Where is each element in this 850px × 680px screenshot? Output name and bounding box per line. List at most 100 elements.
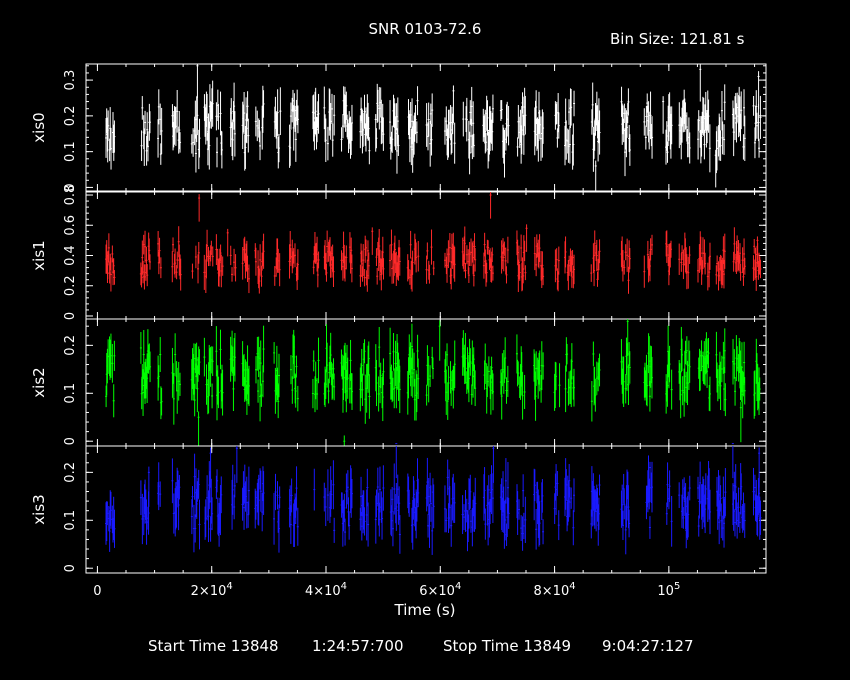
data-point bbox=[394, 132, 397, 134]
data-point bbox=[262, 250, 265, 252]
data-point bbox=[506, 380, 509, 382]
data-point bbox=[393, 488, 396, 490]
data-point bbox=[274, 491, 277, 493]
data-point bbox=[732, 361, 735, 363]
data-point bbox=[179, 274, 182, 276]
data-point bbox=[537, 139, 540, 141]
data-point bbox=[276, 112, 279, 114]
data-point bbox=[443, 130, 446, 132]
data-point bbox=[518, 508, 521, 510]
data-point bbox=[394, 363, 397, 365]
data-point bbox=[501, 259, 504, 261]
data-point bbox=[289, 115, 292, 117]
data-point bbox=[375, 502, 378, 504]
data-point bbox=[682, 263, 685, 265]
data-point bbox=[360, 495, 363, 497]
data-point bbox=[247, 385, 250, 387]
data-point bbox=[210, 359, 213, 361]
data-point bbox=[316, 274, 319, 276]
data-point bbox=[462, 516, 465, 518]
data-point bbox=[597, 513, 600, 515]
data-point bbox=[649, 248, 652, 250]
data-point bbox=[507, 125, 510, 127]
data-point bbox=[568, 501, 571, 503]
data-point bbox=[668, 485, 671, 487]
data-point bbox=[684, 115, 687, 117]
data-point bbox=[157, 375, 160, 377]
data-point bbox=[233, 105, 236, 107]
data-point bbox=[534, 395, 537, 397]
data-point bbox=[491, 254, 494, 256]
data-point bbox=[333, 529, 336, 531]
data-point bbox=[331, 139, 334, 141]
data-point bbox=[219, 112, 222, 114]
data-point bbox=[140, 145, 143, 147]
data-point-extreme bbox=[371, 230, 374, 232]
data-point bbox=[429, 113, 432, 115]
data-point bbox=[681, 390, 684, 392]
data-point bbox=[688, 487, 691, 489]
data-point bbox=[735, 122, 738, 124]
data-point bbox=[468, 253, 471, 255]
data-point-extreme bbox=[756, 239, 759, 241]
data-point bbox=[171, 266, 174, 268]
data-point bbox=[489, 389, 492, 391]
data-point bbox=[643, 271, 646, 273]
data-point bbox=[190, 143, 193, 145]
data-point bbox=[396, 120, 399, 122]
data-point bbox=[171, 480, 174, 482]
data-point bbox=[621, 265, 624, 267]
data-point bbox=[554, 375, 557, 377]
data-point bbox=[412, 493, 415, 495]
data-point bbox=[141, 257, 144, 259]
data-point bbox=[312, 360, 315, 362]
data-point bbox=[486, 381, 489, 383]
data-point bbox=[431, 530, 434, 532]
data-point bbox=[326, 364, 329, 366]
data-point bbox=[723, 139, 726, 141]
data-point bbox=[565, 484, 568, 486]
data-point bbox=[344, 268, 347, 270]
data-point bbox=[289, 369, 292, 371]
data-point bbox=[194, 527, 197, 529]
data-point bbox=[699, 370, 702, 372]
data-point bbox=[231, 489, 234, 491]
data-point bbox=[539, 138, 542, 140]
data-point bbox=[464, 357, 467, 359]
data-point bbox=[241, 262, 244, 264]
data-point bbox=[362, 129, 365, 131]
data-point bbox=[598, 250, 601, 252]
data-point bbox=[594, 394, 597, 396]
data-point bbox=[107, 247, 110, 249]
data-point bbox=[643, 121, 646, 123]
data-point bbox=[111, 253, 114, 255]
data-point bbox=[325, 272, 328, 274]
data-point bbox=[160, 130, 163, 132]
data-point bbox=[333, 114, 336, 116]
y-axis-label: xis1 bbox=[30, 240, 48, 270]
data-point bbox=[568, 144, 571, 146]
data-point bbox=[256, 125, 259, 127]
data-point bbox=[397, 263, 400, 265]
data-point bbox=[191, 270, 194, 272]
data-point bbox=[350, 267, 353, 269]
data-point bbox=[620, 361, 623, 363]
data-point bbox=[296, 118, 299, 120]
data-point bbox=[447, 382, 450, 384]
data-point bbox=[194, 256, 197, 258]
data-point bbox=[445, 120, 448, 122]
data-point bbox=[462, 118, 465, 120]
data-point-extreme bbox=[594, 165, 597, 167]
data-point bbox=[172, 513, 175, 515]
data-point bbox=[490, 489, 493, 491]
data-point bbox=[474, 503, 477, 505]
data-point bbox=[316, 253, 319, 255]
data-point bbox=[258, 130, 261, 132]
data-point bbox=[175, 271, 178, 273]
data-point bbox=[291, 100, 294, 102]
data-point bbox=[708, 393, 711, 395]
data-point bbox=[247, 278, 250, 280]
data-point bbox=[215, 249, 218, 251]
y-tick-label: 0.2 bbox=[63, 462, 78, 483]
data-point bbox=[743, 107, 746, 109]
